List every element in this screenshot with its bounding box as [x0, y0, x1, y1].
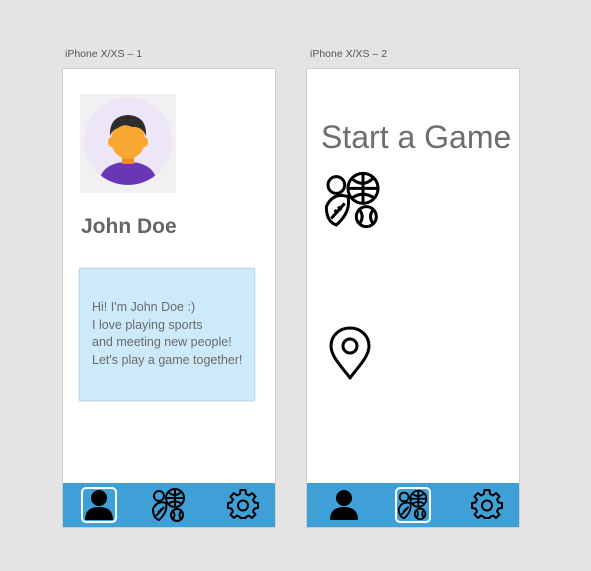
person-icon — [330, 490, 358, 520]
bio-line: I love playing sports — [92, 317, 203, 332]
tab-games[interactable] — [151, 487, 187, 523]
location-button[interactable] — [329, 326, 371, 385]
sports-icon — [151, 488, 185, 522]
gear-icon — [471, 489, 503, 519]
page-title: Start a Game — [321, 119, 512, 155]
tab-games[interactable] — [395, 487, 431, 523]
sports-icon — [397, 489, 428, 521]
start-game-screen: Start a Game — [306, 68, 520, 528]
avatar-image — [84, 97, 172, 185]
tab-bar — [63, 483, 275, 527]
tab-settings[interactable] — [225, 487, 261, 523]
sports-button[interactable] — [323, 170, 383, 235]
avatar[interactable] — [80, 94, 176, 193]
tab-profile[interactable] — [326, 487, 362, 523]
frame-label-2: iPhone X/XS – 2 — [310, 48, 388, 60]
profile-screen: John Doe Hi! I'm John Doe :) I love play… — [62, 68, 276, 528]
profile-name: John Doe — [81, 215, 177, 238]
person-icon — [85, 490, 113, 520]
frame-label-1: iPhone X/XS – 1 — [65, 48, 143, 60]
location-pin-icon — [329, 326, 371, 380]
tab-bar — [307, 483, 519, 527]
tab-profile[interactable] — [81, 487, 117, 523]
bio-line: and meeting new people! — [92, 335, 232, 349]
bio-line: Let's play a game together! — [92, 352, 243, 367]
tab-settings[interactable] — [469, 487, 505, 523]
sports-icon — [324, 171, 380, 229]
bio-line: Hi! I'm John Doe :) — [92, 300, 196, 314]
bio-card: Hi! I'm John Doe :) I love playing sport… — [79, 268, 255, 401]
gear-icon — [227, 489, 259, 519]
